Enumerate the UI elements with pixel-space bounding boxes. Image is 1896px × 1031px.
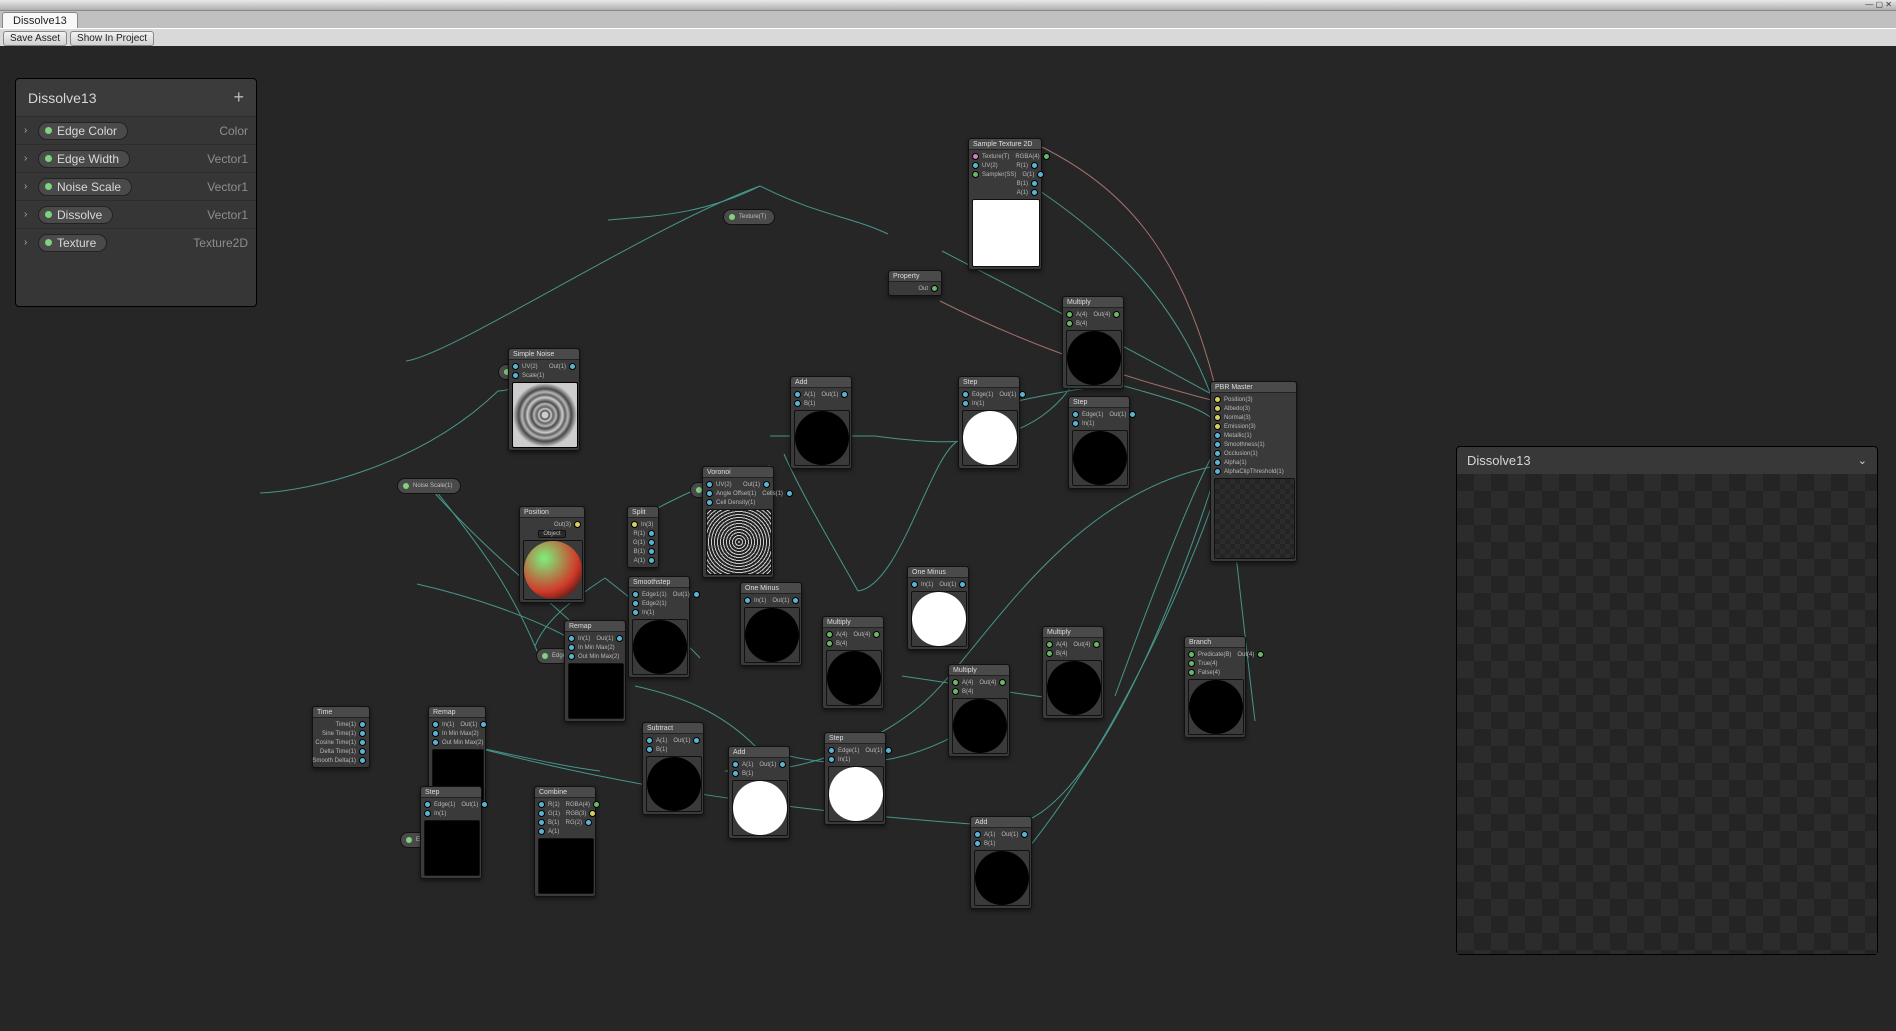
node-add-a[interactable]: Add A(1)Out(1) B(1)	[790, 376, 852, 469]
toolbar: Save Asset Show In Project	[0, 28, 1896, 48]
property-pill[interactable]: Dissolve	[38, 206, 113, 224]
node-property-wrapper[interactable]: Property Out	[888, 270, 942, 296]
property-type: Vector1	[207, 152, 248, 166]
node-step-c[interactable]: Step Edge(1)Out(1) In(1)	[420, 786, 482, 879]
blackboard-title: Dissolve13	[28, 90, 96, 106]
show-in-project-button[interactable]: Show In Project	[70, 31, 154, 46]
property-pill[interactable]: Edge Color	[38, 122, 128, 140]
node-step-b[interactable]: Step Edge(1)Out(1) In(1)	[1068, 396, 1130, 489]
node-step-d[interactable]: Step Edge(1)Out(1) In(1)	[824, 732, 886, 825]
node-one-minus-b[interactable]: One Minus In(1)Out(1)	[907, 566, 969, 650]
node-pbr-master[interactable]: PBR Master Position(3) Albedo(3) Normal(…	[1210, 381, 1297, 562]
node-add-b[interactable]: Add A(1)Out(1) B(1)	[728, 746, 790, 839]
node-remap-a[interactable]: Remap In(1)Out(1) In Min Max(2) Out Min …	[564, 620, 626, 722]
blackboard-prop-noise-scale[interactable]: › Noise Scale Vector1	[16, 172, 256, 200]
graph-canvas[interactable]: Dissolve13 + › Edge Color Color › Edge Width…	[0, 46, 1896, 1031]
node-combine[interactable]: Combine R(1)RGBA(4) G(1)RGB(3) B(1)RG(2)…	[534, 786, 596, 897]
node-multiply-c[interactable]: Multiply A(4)Out(4) B(4)	[948, 664, 1010, 757]
node-branch[interactable]: Branch Predicate(B)Out(4) True(4) False(…	[1184, 636, 1246, 738]
preview-white-square	[972, 199, 1040, 267]
node-position[interactable]: Position Out(3) Object	[519, 506, 585, 603]
node-subtract[interactable]: Subtract A(1)Out(1) B(1)	[642, 722, 704, 815]
node-simple-noise[interactable]: Simple Noise UV(2)Out(1) Scale(1)	[508, 348, 580, 451]
property-name: Edge Width	[57, 152, 119, 166]
property-name: Noise Scale	[57, 180, 121, 194]
chevron-right-icon: ›	[24, 237, 34, 248]
chevron-right-icon: ›	[24, 209, 34, 220]
tab-dissolve13[interactable]: Dissolve13	[2, 12, 78, 28]
property-name: Dissolve	[57, 208, 102, 222]
node-step-a[interactable]: Step Edge(1)Out(1) In(1)	[958, 376, 1020, 469]
property-type: Vector1	[207, 208, 248, 222]
node-multiply-b[interactable]: Multiply A(4)Out(4) B(4)	[822, 616, 884, 709]
property-name: Edge Color	[57, 124, 117, 138]
main-preview-title: Dissolve13	[1467, 453, 1531, 468]
main-preview-panel[interactable]: Dissolve13 ⌄	[1456, 446, 1878, 955]
chevron-down-icon[interactable]: ⌄	[1858, 454, 1867, 467]
node-sample-texture-2d[interactable]: Sample Texture 2D Texture(T)RGBA(4) UV(2…	[968, 138, 1042, 270]
property-type: Color	[219, 124, 248, 138]
property-node-texture[interactable]: Texture(T)	[723, 209, 775, 225]
window-titlebar: — ▢ ✕	[0, 0, 1896, 11]
node-multiply-a[interactable]: Multiply A(4)Out(4) B(4)	[1062, 296, 1124, 389]
blackboard-panel[interactable]: Dissolve13 + › Edge Color Color › Edge Width…	[15, 78, 257, 307]
property-name: Texture	[57, 236, 96, 250]
blackboard-prop-dissolve[interactable]: › Dissolve Vector1	[16, 200, 256, 228]
node-one-minus-a[interactable]: One Minus In(1)Out(1)	[740, 582, 802, 666]
blackboard-prop-texture[interactable]: › Texture Texture2D	[16, 228, 256, 256]
property-pill[interactable]: Edge Width	[38, 150, 130, 168]
chevron-right-icon: ›	[24, 125, 34, 136]
tab-row: Dissolve13	[0, 11, 1896, 28]
chevron-right-icon: ›	[24, 153, 34, 164]
property-type: Vector1	[207, 180, 248, 194]
property-pill[interactable]: Noise Scale	[38, 178, 132, 196]
chevron-right-icon: ›	[24, 181, 34, 192]
property-type: Texture2D	[193, 236, 248, 250]
property-node-noise-scale-b[interactable]: Noise Scale(1)	[397, 478, 461, 494]
node-split[interactable]: Split In(3) R(1) G(1) B(1) A(1)	[627, 506, 659, 568]
main-preview-checker	[1457, 474, 1877, 954]
node-add-c[interactable]: Add A(1)Out(1) B(1)	[970, 816, 1032, 909]
node-smoothstep[interactable]: Smoothstep Edge1(1)Out(1) Edge2(1) In(1)	[628, 576, 690, 678]
node-voronoi[interactable]: Voronoi UV(2)Out(1) Angle Offset(1)Cells…	[702, 466, 774, 578]
window-controls[interactable]: — ▢ ✕	[1865, 0, 1892, 9]
blackboard-prop-edge-width[interactable]: › Edge Width Vector1	[16, 144, 256, 172]
save-asset-button[interactable]: Save Asset	[3, 31, 67, 46]
node-time[interactable]: Time Time(1) Sine Time(1) Cosine Time(1)…	[312, 706, 370, 768]
add-property-button[interactable]: +	[233, 87, 244, 108]
blackboard-prop-edge-color[interactable]: › Edge Color Color	[16, 116, 256, 144]
node-multiply-d[interactable]: Multiply A(4)Out(4) B(4)	[1042, 626, 1104, 719]
property-pill[interactable]: Texture	[38, 234, 107, 252]
